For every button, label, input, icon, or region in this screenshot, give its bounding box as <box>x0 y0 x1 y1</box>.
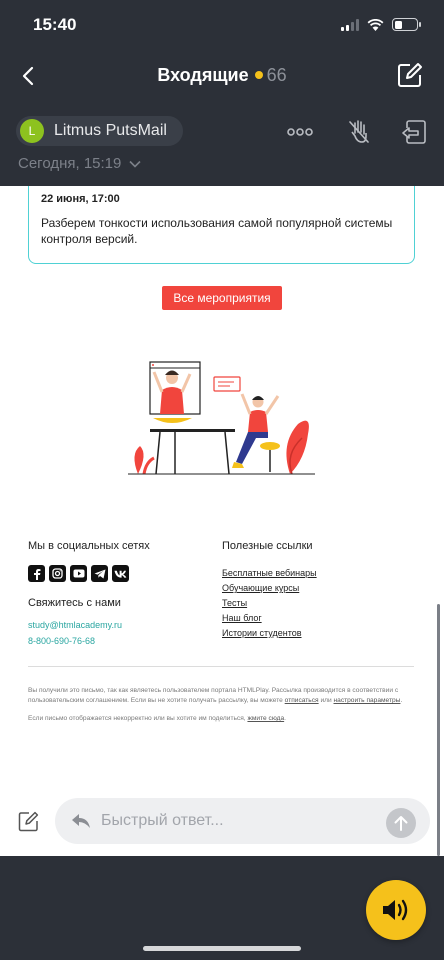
quick-reply-input[interactable]: Быстрый ответ... <box>55 798 430 844</box>
quick-reply-placeholder: Быстрый ответ... <box>101 812 224 829</box>
link-stories[interactable]: Истории студентов <box>222 628 412 638</box>
legal-text-2: Если письмо отображается некорректно или… <box>28 715 248 722</box>
sender-header: L Litmus PutsMail <box>0 110 444 154</box>
contact-heading: Свяжитесь с нами <box>28 597 121 609</box>
unsubscribe-hand-icon <box>349 120 369 143</box>
status-bar: 15:40 <box>0 0 444 52</box>
link-blog[interactable]: Наш блог <box>222 613 412 623</box>
status-time: 15:40 <box>33 15 77 34</box>
settings-link[interactable]: настроить параметры <box>334 697 401 704</box>
legal-paragraph-2: Если письмо отображается некорректно или… <box>28 714 416 724</box>
compose-icon <box>398 63 422 87</box>
reply-button[interactable] <box>400 118 428 146</box>
home-indicator[interactable] <box>143 946 301 951</box>
status-icons <box>341 18 421 31</box>
reply-arrow-icon <box>72 814 90 828</box>
read-aloud-button[interactable] <box>366 880 426 940</box>
received-date-toggle[interactable]: Сегодня, 15:19 <box>18 155 141 172</box>
sender-name: Litmus PutsMail <box>54 122 167 139</box>
unread-dot-icon <box>254 71 263 80</box>
battery-icon <box>392 18 421 31</box>
links-heading: Полезные ссылки <box>222 540 313 552</box>
event-description: Разберем тонкости использования самой по… <box>41 216 393 246</box>
illustration-image <box>128 361 315 475</box>
compose-button[interactable] <box>396 61 424 89</box>
edit-icon <box>18 811 39 832</box>
unread-count: 66 <box>266 65 287 85</box>
legal-text-or: или <box>318 697 334 704</box>
scrollbar[interactable] <box>437 604 440 856</box>
link-tests[interactable]: Тесты <box>222 598 412 608</box>
legal-notice: Вы получили это письмо, так как являетес… <box>28 686 416 724</box>
folder-title: Входящие <box>157 65 249 85</box>
legal-text-end: . <box>400 697 403 704</box>
all-events-button[interactable]: Все мероприятия <box>162 286 282 310</box>
useful-links: Бесплатные вебинары Обучающие курсы Тест… <box>222 568 412 638</box>
reply-icon <box>402 120 426 144</box>
telegram-icon[interactable] <box>91 565 108 582</box>
contact-phone-link[interactable]: 8-800-690-76-68 <box>28 636 208 646</box>
unsubscribe-link[interactable]: отписаться <box>285 697 319 704</box>
social-icons <box>28 565 208 582</box>
wifi-icon <box>367 18 384 31</box>
footer-divider <box>28 666 414 667</box>
nav-bar: Входящие 66 <box>0 52 444 100</box>
more-dots-icon <box>287 128 313 136</box>
facebook-icon[interactable] <box>28 565 45 582</box>
link-webinars[interactable]: Бесплатные вебинары <box>222 568 412 578</box>
compose-full-reply-button[interactable] <box>18 810 40 832</box>
event-date: 22 июня, 17:00 <box>41 193 120 205</box>
unsubscribe-button[interactable] <box>345 118 373 146</box>
view-online-link[interactable]: жмите сюда <box>247 715 284 722</box>
battery-fill <box>394 20 402 29</box>
youtube-icon[interactable] <box>70 565 87 582</box>
received-date: Сегодня, 15:19 <box>18 155 122 172</box>
speaker-icon <box>383 899 408 921</box>
avatar: L <box>20 119 44 143</box>
send-button[interactable] <box>386 808 416 838</box>
event-card: 22 июня, 17:00 Разберем тонкости использ… <box>28 186 415 264</box>
social-heading: Мы в социальных сетях <box>28 540 150 552</box>
footer-links: Полезные ссылки Бесплатные вебинары Обуч… <box>222 540 412 643</box>
email-body: 22 июня, 17:00 Разберем тонкости использ… <box>0 186 444 856</box>
more-options-button[interactable] <box>286 118 314 146</box>
arrow-up-icon <box>394 816 408 831</box>
sender-chip[interactable]: L Litmus PutsMail <box>16 116 183 146</box>
chevron-down-icon <box>128 160 141 168</box>
contact-email-link[interactable]: study@htmlacademy.ru <box>28 620 208 630</box>
legal-paragraph-1: Вы получили это письмо, так как являетес… <box>28 686 416 706</box>
legal-text-2-end: . <box>284 715 286 722</box>
nav-title: Входящие 66 <box>0 65 444 86</box>
link-courses[interactable]: Обучающие курсы <box>222 583 412 593</box>
instagram-icon[interactable] <box>49 565 66 582</box>
footer-contacts: Мы в социальных сетях Свяжитесь с нами s… <box>28 540 208 646</box>
cellular-signal-icon <box>341 18 359 31</box>
quick-reply-bar: Быстрый ответ... <box>0 788 444 856</box>
vk-icon[interactable] <box>112 565 129 582</box>
